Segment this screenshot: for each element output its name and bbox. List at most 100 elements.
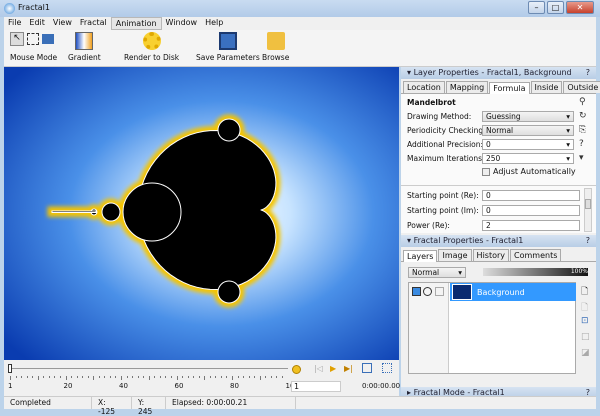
maximize-button[interactable]: □ <box>547 1 564 14</box>
timeline-tick <box>276 376 278 378</box>
frame-input[interactable]: 1 <box>291 381 341 392</box>
help-icon[interactable]: ? <box>579 139 584 149</box>
layer-lock-checkbox[interactable] <box>435 287 444 296</box>
merge-icon[interactable]: □ <box>581 332 590 342</box>
timeline-tick-label: 1 <box>8 382 13 390</box>
timeline-tick <box>71 376 73 378</box>
reset-icon[interactable]: ↻ <box>579 111 587 121</box>
fractal-canvas[interactable] <box>4 67 399 360</box>
copy-icon[interactable]: ⎘ <box>579 125 586 135</box>
timeline-tick <box>98 376 100 378</box>
field-label: Additional Precision: <box>407 140 484 149</box>
play-icon[interactable]: ▶ <box>330 364 336 373</box>
help-icon[interactable]: ? <box>586 236 590 245</box>
timeline-tick <box>154 376 156 378</box>
field-value: 0 <box>486 140 491 149</box>
save-parameters-button[interactable]: Save Parameters <box>196 32 260 62</box>
record-icon[interactable] <box>292 365 301 374</box>
menu-file[interactable]: File <box>4 17 25 30</box>
app-icon <box>4 3 15 14</box>
next-frame-icon[interactable]: ▶| <box>344 364 353 373</box>
param-input[interactable]: 0 <box>482 205 580 216</box>
field-value: Guessing <box>486 112 521 121</box>
title-bar: Fractal1 – □ ✕ <box>0 0 600 17</box>
layer-name: Background <box>477 287 525 297</box>
layer-properties-header[interactable]: ▾ Layer Properties - Fractal1, Backgroun… <box>401 67 596 79</box>
mandelbrot-set-shape <box>122 182 182 242</box>
timeline-tick <box>159 376 161 378</box>
previous-frame-icon[interactable]: |◁ <box>314 364 323 373</box>
close-button[interactable]: ✕ <box>566 1 594 14</box>
tab-mapping[interactable]: Mapping <box>445 81 489 93</box>
timeline-tick <box>126 376 128 378</box>
timeline-tick <box>254 376 256 378</box>
menu-bar: File Edit View Fractal Animation Window Help <box>4 17 596 30</box>
menu-edit[interactable]: Edit <box>25 17 49 30</box>
minimize-button[interactable]: – <box>528 1 545 14</box>
timeline-track[interactable] <box>8 368 288 369</box>
param-input[interactable]: 0 <box>482 190 580 201</box>
tab-location[interactable]: Location <box>403 81 445 93</box>
menu-help[interactable]: Help <box>201 17 227 30</box>
formula-browse-icon[interactable]: ⚲ <box>579 97 586 107</box>
properties-icon[interactable]: ◪ <box>581 348 590 358</box>
menu-animation[interactable]: Animation <box>110 17 162 30</box>
mouse-mode-label: Mouse Mode <box>10 53 58 62</box>
timeline-tick <box>32 376 34 378</box>
render-to-disk-button[interactable]: Render to Disk <box>124 32 179 62</box>
checkbox[interactable] <box>482 167 490 176</box>
timeline-tick <box>209 376 211 378</box>
window-icon[interactable] <box>42 34 54 44</box>
field-select[interactable]: Normal ▾ <box>482 125 574 136</box>
scrollbar[interactable] <box>584 188 592 232</box>
layer-zoom-icon[interactable] <box>423 287 432 296</box>
timeline-tick <box>182 376 184 378</box>
tab-layers[interactable]: Layers <box>403 250 438 262</box>
opacity-slider[interactable]: 100% <box>483 268 588 276</box>
browse-button[interactable]: Browse <box>262 32 289 62</box>
param-input[interactable]: 2 <box>482 220 580 231</box>
adjust-automatically-checkbox[interactable]: Adjust Automatically <box>482 167 576 176</box>
tab-outside[interactable]: Outside <box>563 81 600 93</box>
timeline-tick <box>148 376 150 380</box>
fractal-properties-header[interactable]: ▾ Fractal Properties - Fractal1? <box>401 235 596 247</box>
mouse-mode-button[interactable]: ↖ Mouse Mode <box>10 32 57 62</box>
field-select[interactable]: 250 ▾ <box>482 153 574 164</box>
timeline-tick <box>243 376 245 378</box>
blend-mode-select[interactable]: Normal ▾ <box>408 267 466 278</box>
menu-window[interactable]: Window <box>162 17 202 30</box>
keyframes-icon[interactable] <box>382 363 392 373</box>
field-select[interactable]: 0 ▾ <box>482 139 574 150</box>
timeline-slider[interactable] <box>8 364 12 373</box>
timeline-tick <box>87 376 89 378</box>
menu-view[interactable]: View <box>49 17 76 30</box>
timeline-tick <box>259 376 261 380</box>
browse-folder-icon <box>266 32 285 50</box>
timeline-tick <box>115 376 117 378</box>
menu-fractal[interactable]: Fractal <box>76 17 111 30</box>
delete-layer-icon[interactable]: 🗋 <box>581 300 588 316</box>
expand-icon[interactable]: ▾ <box>579 153 584 163</box>
help-icon[interactable]: ? <box>586 68 590 77</box>
select-rect-icon[interactable] <box>27 33 39 45</box>
timeline-tick <box>198 376 200 378</box>
layer-visible-icon[interactable] <box>412 287 421 296</box>
field-value: Normal <box>486 126 514 135</box>
pointer-icon[interactable]: ↖ <box>10 32 24 46</box>
save-icon <box>218 32 237 50</box>
tab-image[interactable]: Image <box>438 249 472 261</box>
tab-history[interactable]: History <box>472 249 510 261</box>
tab-inside[interactable]: Inside <box>530 81 563 93</box>
status-bar: Completed X: -125 Y: 245 Elapsed: 0:00:0… <box>4 396 596 416</box>
add-mask-icon[interactable]: ⊡ <box>581 316 589 326</box>
timeline-tick <box>270 376 272 378</box>
add-layer-icon[interactable]: 🗋 <box>581 284 588 300</box>
gradient-button[interactable]: Gradient <box>68 32 101 62</box>
tab-formula[interactable]: Formula <box>489 82 530 94</box>
timeline-tick <box>265 376 267 378</box>
field-select[interactable]: Guessing ▾ <box>482 111 574 122</box>
timeline-tick <box>65 376 67 380</box>
tab-comments[interactable]: Comments <box>510 249 562 261</box>
layer-item-background[interactable]: Background <box>450 283 576 301</box>
timeline-settings-icon[interactable] <box>362 363 372 373</box>
